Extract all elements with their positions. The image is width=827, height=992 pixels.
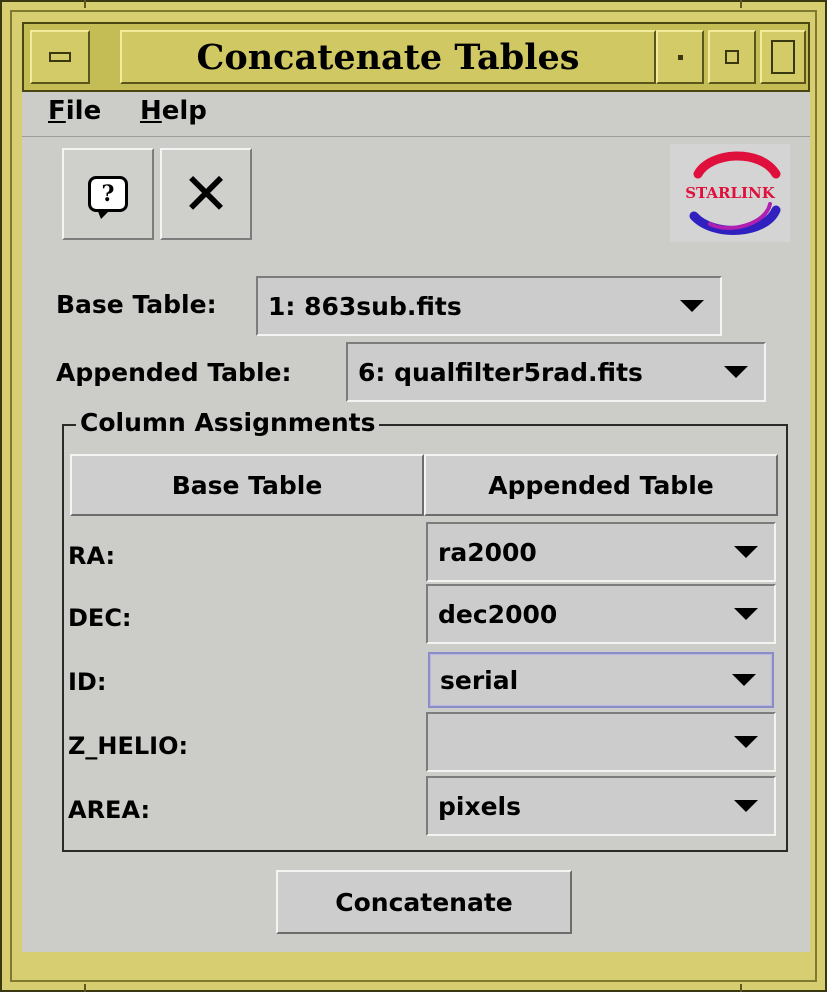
row-select-dec[interactable]: dec2000 [426, 584, 776, 644]
starlink-logo-icon: STARLINK [685, 151, 781, 235]
row-value-id: serial [440, 665, 519, 695]
frame-notch [740, 984, 742, 992]
window-menu-button[interactable] [30, 30, 90, 84]
chevron-down-icon [734, 800, 758, 812]
row-value-ra: ra2000 [438, 537, 537, 567]
close-button[interactable]: ✕ [160, 148, 252, 240]
appended-table-value: 6: qualfilter5rad.fits [358, 357, 643, 387]
row-value-dec: dec2000 [438, 599, 558, 629]
restore-button[interactable] [760, 30, 806, 84]
menu-help[interactable]: Help [134, 96, 213, 126]
frame-notch [84, 984, 86, 992]
help-button[interactable]: ? [62, 148, 154, 240]
chevron-down-icon [680, 300, 704, 312]
appended-table-label: Appended Table: [56, 358, 292, 387]
window-title: Concatenate Tables [120, 30, 656, 84]
chevron-down-icon [732, 674, 756, 686]
maximize-button[interactable] [708, 30, 756, 84]
close-x-icon: ✕ [181, 160, 231, 228]
row-label-dec: DEC: [68, 604, 132, 632]
help-bubble-icon: ? [88, 176, 128, 219]
row-label-ra: RA: [68, 542, 116, 570]
title-bar[interactable]: Concatenate Tables [22, 22, 810, 92]
row-value-area: pixels [438, 791, 521, 821]
chevron-down-icon [734, 736, 758, 748]
maximize-icon [725, 50, 739, 64]
restore-icon [771, 40, 795, 74]
row-select-z-helio[interactable] [426, 712, 776, 772]
appended-table-select[interactable]: 6: qualfilter5rad.fits [346, 342, 766, 402]
chevron-down-icon [734, 608, 758, 620]
base-table-select[interactable]: 1: 863sub.fits [256, 276, 722, 336]
concatenate-button[interactable]: Concatenate [276, 870, 572, 934]
row-select-ra[interactable]: ra2000 [426, 522, 776, 582]
dialog-client: File Help ? ✕ STARLINK Base Table: 1: 86… [22, 92, 810, 952]
starlink-logo: STARLINK [670, 144, 790, 242]
svg-text:STARLINK: STARLINK [685, 184, 776, 202]
row-label-z-helio: Z_HELIO: [68, 732, 189, 760]
column-assignments-title: Column Assignments [76, 408, 380, 437]
base-table-value: 1: 863sub.fits [268, 291, 462, 321]
menu-file[interactable]: File [42, 96, 107, 126]
row-label-id: ID: [68, 668, 107, 696]
frame-notch [84, 0, 86, 8]
chevron-down-icon [734, 546, 758, 558]
column-header-appended-table[interactable]: Appended Table [424, 454, 778, 516]
row-select-area[interactable]: pixels [426, 776, 776, 836]
row-select-id[interactable]: serial [428, 652, 774, 708]
chevron-down-icon [724, 366, 748, 378]
minimize-icon [677, 54, 683, 60]
minimize-button[interactable] [656, 30, 704, 84]
window-menu-icon [49, 52, 71, 62]
frame-notch [740, 0, 742, 8]
menu-bar: File Help [22, 92, 810, 137]
row-label-area: AREA: [68, 796, 151, 824]
base-table-label: Base Table: [56, 290, 217, 319]
column-header-base-table[interactable]: Base Table [70, 454, 424, 516]
